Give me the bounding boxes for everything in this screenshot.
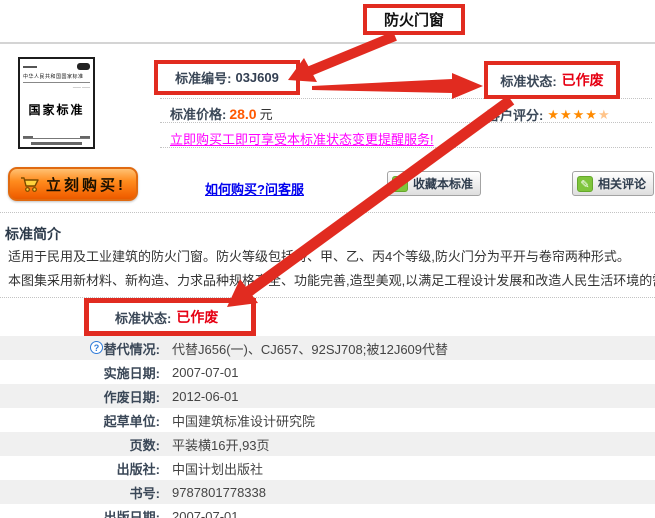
comment-edit-icon: ✎ (577, 176, 593, 192)
rating-star-half-icon: ★ (598, 107, 611, 122)
cover-header-text: 中华人民共和国国家标准 (23, 73, 90, 80)
row-value: 中国计划出版社 (160, 459, 263, 478)
how-to-buy-link[interactable]: 如何购买?问客服 (205, 179, 304, 198)
table-row-implementation-date: 实施日期: 2007-07-01 (0, 360, 655, 384)
row-label: 出版社: (0, 459, 160, 478)
status-value: 已作废 (562, 70, 604, 90)
favorite-label: 收藏本标准 (413, 175, 473, 192)
price-unit: 元 (260, 104, 273, 123)
row-value: 平装横16开,93页 (160, 435, 270, 454)
buy-now-label: 立刻购买! (46, 174, 126, 195)
top-divider (0, 42, 655, 44)
annotation-code-box: 标准编号: 03J609 (154, 60, 300, 95)
rating-stars-icon: ★★★★★ (547, 107, 610, 123)
row-value: 9787801778338 (160, 485, 266, 500)
table-row-publisher: 出版社: 中国计划出版社 (0, 456, 655, 480)
table-row-replacement: ? 替代情况: 代替J656(一)、CJ657、92SJ708;被12J609代… (0, 336, 655, 360)
row-value: 2007-07-01 (160, 509, 239, 518)
buy-now-button[interactable]: 立刻购买! (8, 167, 138, 201)
annotation-status-box-2: 标准状态: 已作废 (84, 298, 256, 336)
cart-icon (20, 176, 40, 193)
row-label: 作废日期: (0, 387, 160, 406)
row-label: 出版日期: (0, 507, 160, 518)
standard-detail-page: 防火门窗 中华人民共和国国家标准 —— —— 国家标准 标准编号: 03J609… (0, 0, 655, 518)
annotation-title-box: 防火门窗 (363, 4, 465, 35)
cover-publisher-decor (31, 142, 82, 145)
table-row-isbn: 书号: 9787801778338 (0, 480, 655, 504)
gb-logo-icon (77, 63, 90, 70)
price-label: 标准价格: (170, 104, 226, 123)
code-value: 03J609 (235, 70, 278, 85)
status-label: 标准状态: (500, 71, 556, 90)
table-row-publish-date: 出版日期: 2007-07-01 (0, 504, 655, 518)
detail-status-label: 标准状态: (115, 308, 171, 327)
row-label: 页数: (0, 435, 160, 454)
price-row: 标准价格: 28.0 元 (170, 104, 273, 123)
row-label: 实施日期: (0, 363, 160, 382)
cover-rule (23, 82, 90, 83)
cover-number-decor: —— —— (23, 84, 90, 89)
intro-heading: 标准简介 (5, 224, 61, 244)
separator-dotted (0, 212, 655, 213)
cover-tick (80, 136, 90, 138)
code-label: 标准编号: (175, 68, 231, 87)
help-icon[interactable]: ? (90, 341, 103, 354)
cover-dash (23, 66, 37, 68)
cover-top-decor (23, 63, 90, 70)
table-row-drafting-unit: 起草单位: 中国建筑标准设计研究院 (0, 408, 655, 432)
annotation-status-box: 标准状态: 已作废 (484, 61, 620, 99)
comments-label: 相关评论 (598, 175, 646, 192)
row-label: 书号: (0, 483, 160, 502)
annotation-title-text: 防火门窗 (384, 9, 444, 30)
table-row-abolish-date: 作废日期: 2012-06-01 (0, 384, 655, 408)
intro-paragraph-2: 本图集采用新材料、新构造、力求品种规格齐全、功能完善,造型美观,以满足工程设计发… (8, 270, 655, 289)
cover-title-text: 国家标准 (23, 101, 90, 118)
row-value: 2012-06-01 (160, 389, 239, 404)
cover-tick (23, 136, 33, 138)
row-value: 2007-07-01 (160, 365, 239, 380)
standard-details-table: ? 替代情况: 代替J656(一)、CJ657、92SJ708;被12J609代… (0, 336, 655, 518)
standard-cover-image: 中华人民共和国国家标准 —— —— 国家标准 (18, 57, 95, 149)
promo-link[interactable]: 立即购买工即可享受本标准状态变更提醒服务! (170, 129, 434, 148)
favorite-icon: ♥ (392, 176, 408, 192)
related-comments-button[interactable]: ✎ 相关评论 (572, 171, 654, 196)
intro-paragraph-1: 适用于民用及工业建筑的防火门窗。防火等级包括特、甲、乙、丙4个等级,防火门分为平… (8, 246, 630, 265)
row-value: 中国建筑标准设计研究院 (160, 411, 315, 430)
cover-foot-rule (23, 136, 90, 139)
favorite-standard-button[interactable]: ♥ 收藏本标准 (387, 171, 481, 196)
row-value: 代替J656(一)、CJ657、92SJ708;被12J609代替 (160, 339, 448, 358)
detail-status-value: 已作废 (176, 307, 218, 327)
arrow-to-status-box (312, 73, 483, 99)
rating-label: 客户评分: (487, 105, 543, 124)
row-label: 起草单位: (0, 411, 160, 430)
table-row-pages: 页数: 平装横16开,93页 (0, 432, 655, 456)
rating-row: 客户评分: ★★★★★ (487, 105, 611, 124)
price-value: 28.0 (229, 106, 256, 122)
row-label: 替代情况: (0, 339, 160, 358)
